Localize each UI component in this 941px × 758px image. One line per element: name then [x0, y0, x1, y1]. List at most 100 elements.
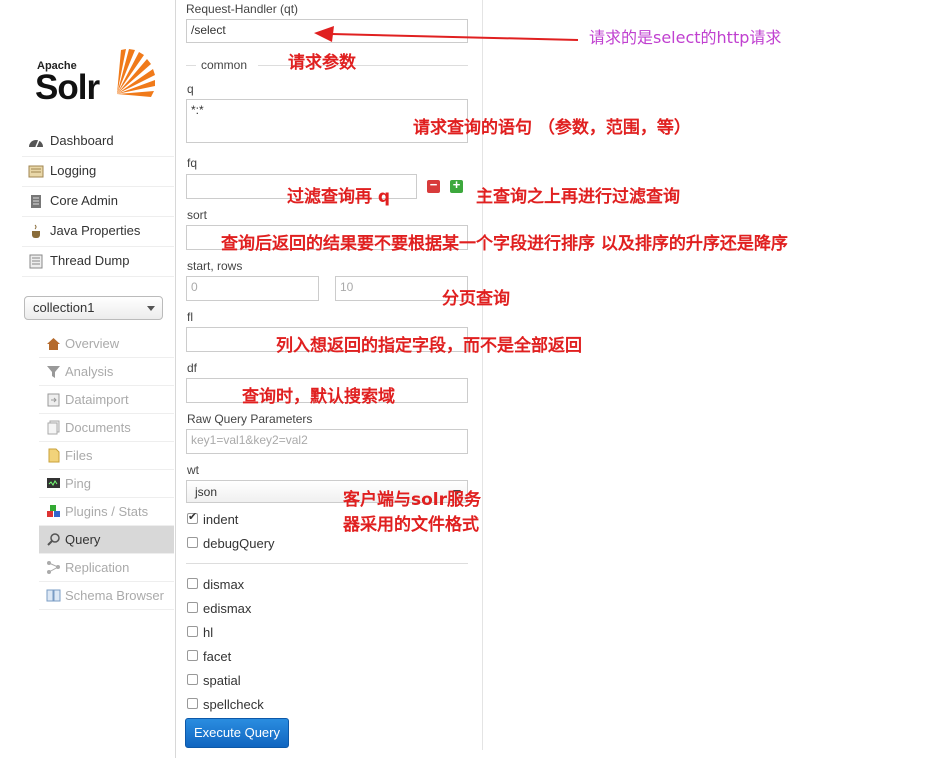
nav-java-properties[interactable]: Java Properties	[22, 217, 174, 247]
annotation-qt-params: 请求参数	[288, 53, 356, 73]
dismax-checkbox[interactable]	[187, 578, 198, 589]
core-nav-label: Plugins / Stats	[65, 504, 149, 519]
core-nav-label: Replication	[65, 560, 130, 575]
spatial-label: spatial	[203, 673, 241, 688]
core-nav-label: Query	[65, 532, 101, 547]
qt-label: Request-Handler (qt)	[186, 2, 299, 16]
annotation-q: 请求查询的语句 （参数，范围，等）	[413, 118, 691, 138]
df-label: df	[187, 361, 198, 375]
indent-checkbox[interactable]	[187, 510, 198, 524]
nav-dashboard[interactable]: Dashboard	[22, 127, 174, 157]
core-nav-label: Schema Browser	[65, 588, 164, 603]
hl-label: hl	[203, 625, 214, 640]
remove-fq-icon[interactable]	[427, 177, 440, 193]
fq-label: fq	[187, 156, 198, 170]
raw-params-label: Raw Query Parameters	[187, 412, 313, 426]
sort-label: sort	[187, 208, 208, 222]
schema-icon	[46, 589, 61, 602]
chevron-down-icon	[147, 306, 155, 311]
core-selector-value: collection1	[33, 300, 95, 315]
fieldset-line	[186, 65, 196, 66]
main-nav: Dashboard Logging Core Admin Java Proper…	[22, 127, 174, 277]
annotation-wt-line2: 器采用的文件格式	[343, 515, 479, 535]
execute-query-button[interactable]: Execute Query	[185, 718, 289, 748]
nav-label: Core Admin	[50, 193, 118, 208]
core-nav-label: Overview	[65, 336, 120, 351]
thread-dump-icon	[29, 254, 43, 269]
files-icon	[48, 448, 60, 463]
core-nav-label: Documents	[65, 420, 131, 435]
facet-label: facet	[203, 649, 232, 664]
nav-thread-dump[interactable]: Thread Dump	[22, 247, 174, 277]
indent-label: indent	[203, 512, 239, 527]
solr-logo[interactable]: Apache Solr	[35, 44, 160, 108]
add-fq-icon[interactable]	[450, 177, 463, 193]
facet-checkbox[interactable]	[187, 650, 198, 661]
core-nav-label: Files	[65, 448, 93, 463]
core-nav-ping[interactable]: Ping	[39, 470, 174, 498]
spellcheck-label: spellcheck	[203, 697, 264, 712]
wt-select-value: json	[195, 485, 218, 499]
dataimport-icon	[47, 393, 60, 407]
sidebar: Apache Solr Dashboard Logging Core Admin…	[0, 0, 176, 758]
ping-icon	[47, 478, 60, 488]
wt-label: wt	[187, 463, 199, 477]
query-icon	[47, 533, 60, 546]
core-nav-files[interactable]: Files	[39, 442, 174, 470]
annotation-arrow	[314, 26, 579, 42]
fl-label: fl	[187, 310, 193, 324]
nav-label: Logging	[50, 163, 97, 178]
core-nav-query[interactable]: Query	[39, 526, 174, 554]
section-divider	[186, 563, 468, 564]
annotation-fq-left: 过滤查询再 q	[287, 187, 391, 207]
spatial-checkbox[interactable]	[187, 674, 198, 685]
annotation-qt: 请求的是select的http请求	[589, 28, 782, 47]
debugquery-checkbox[interactable]	[187, 537, 198, 548]
replication-icon	[47, 561, 60, 574]
core-nav-schema-browser[interactable]: Schema Browser	[39, 582, 174, 610]
documents-icon	[47, 420, 60, 435]
start-rows-label: start, rows	[187, 259, 243, 273]
annotation-fl: 列入想返回的指定字段，而不是全部返回	[276, 336, 582, 356]
core-nav-analysis[interactable]: Analysis	[39, 358, 174, 386]
java-icon	[32, 224, 40, 238]
core-nav: Overview Analysis Dataimport Documents F…	[39, 330, 174, 610]
core-nav-label: Ping	[65, 476, 92, 491]
annotation-sort: 查询后返回的结果要不要根据某一个字段进行排序 以及排序的升序还是降序	[221, 234, 788, 254]
q-label: q	[187, 82, 194, 96]
annotation-paging: 分页查询	[442, 289, 510, 309]
nav-label: Thread Dump	[50, 253, 130, 268]
start-input[interactable]: 0	[186, 276, 319, 301]
nav-core-admin[interactable]: Core Admin	[22, 187, 174, 217]
dashboard-icon	[29, 139, 43, 148]
core-nav-dataimport[interactable]: Dataimport	[39, 386, 174, 414]
core-nav-label: Dataimport	[65, 392, 129, 407]
core-nav-documents[interactable]: Documents	[39, 414, 174, 442]
debugquery-label: debugQuery	[203, 536, 275, 551]
plugins-icon	[47, 505, 60, 517]
hl-checkbox[interactable]	[187, 626, 198, 637]
core-nav-label: Analysis	[65, 364, 114, 379]
funnel-icon	[47, 366, 60, 378]
spellcheck-checkbox[interactable]	[187, 698, 198, 709]
core-nav-overview[interactable]: Overview	[39, 330, 174, 358]
core-selector[interactable]: collection1	[24, 296, 163, 320]
edismax-label: edismax	[203, 601, 252, 616]
nav-label: Java Properties	[50, 223, 141, 238]
annotation-fq-right: 主查询之上再进行过滤查询	[476, 187, 680, 207]
nav-label: Dashboard	[50, 133, 114, 148]
core-admin-icon	[31, 195, 41, 208]
annotation-df: 查询时，默认搜索域	[242, 387, 395, 407]
edismax-checkbox[interactable]	[187, 602, 198, 613]
home-icon	[47, 338, 60, 350]
logging-icon	[28, 165, 44, 178]
common-legend: common	[201, 58, 248, 72]
nav-logging[interactable]: Logging	[22, 157, 174, 187]
core-nav-plugins-stats[interactable]: Plugins / Stats	[39, 498, 174, 526]
raw-params-input[interactable]: key1=val1&key2=val2	[186, 429, 468, 454]
core-nav-replication[interactable]: Replication	[39, 554, 174, 582]
solr-sun-icon	[117, 49, 155, 97]
dismax-label: dismax	[203, 577, 245, 592]
annotation-wt-line1: 客户端与solr服务	[343, 490, 482, 510]
logo-solr-text: Solr	[35, 68, 100, 107]
